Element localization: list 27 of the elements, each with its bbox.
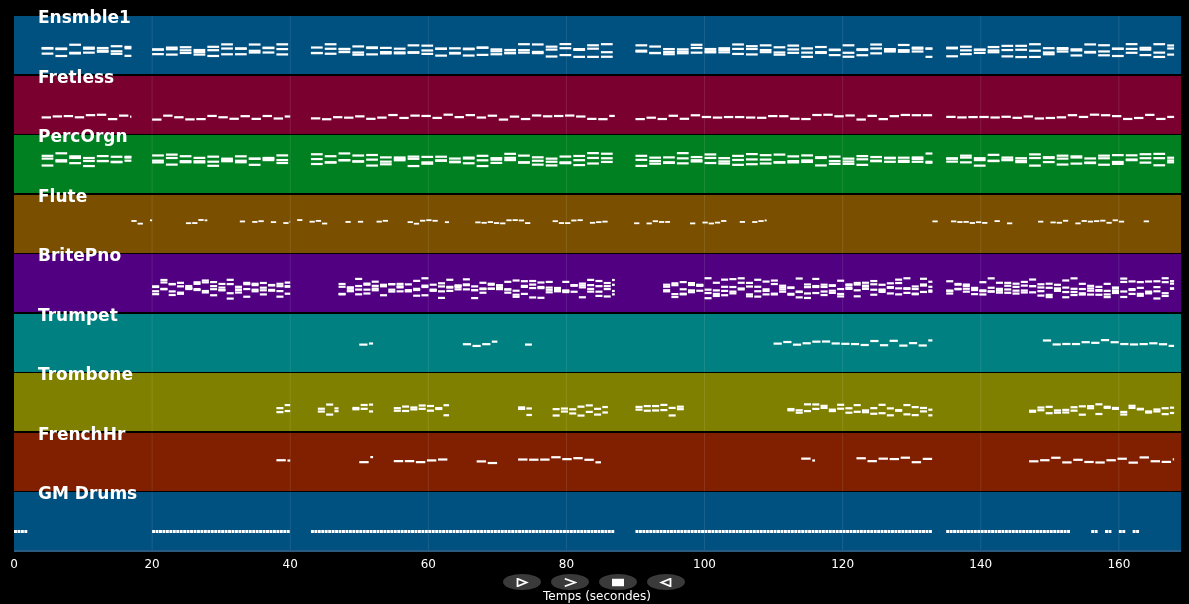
track-name: FrenchHr (38, 423, 126, 444)
axis-tick-label: 120 (831, 557, 855, 571)
play-icon (515, 577, 529, 587)
axis-label: Temps (secondes) (543, 589, 651, 603)
track-name: Flute (38, 185, 88, 206)
track-name: GM Drums (38, 483, 138, 503)
axis-tick-label: 140 (969, 557, 993, 571)
chevron-right-icon (563, 577, 577, 587)
track-name: Trombone (38, 364, 133, 384)
axis-tick-label: 60 (420, 557, 436, 571)
stop-icon (611, 577, 625, 587)
back-button[interactable] (647, 574, 685, 590)
track-name: Trumpet (38, 304, 118, 325)
axis-tick-label: 80 (558, 557, 575, 571)
axis-tick-label: 100 (693, 557, 716, 571)
track-name: Ensmble1 (38, 7, 131, 27)
track-name: PercOrgn (38, 126, 128, 146)
play-button[interactable] (503, 574, 541, 590)
forward-button[interactable] (551, 574, 589, 590)
rewind-icon (659, 577, 673, 587)
stop-button[interactable] (599, 574, 637, 590)
track-name: Fretless (38, 66, 115, 87)
axis-tick-label: 0 (10, 557, 18, 571)
axis-tick-label: 40 (282, 557, 298, 571)
track-name: BritePno (38, 245, 122, 265)
axis-tick-label: 20 (144, 557, 160, 571)
axis-tick-label: 160 (1107, 557, 1131, 571)
